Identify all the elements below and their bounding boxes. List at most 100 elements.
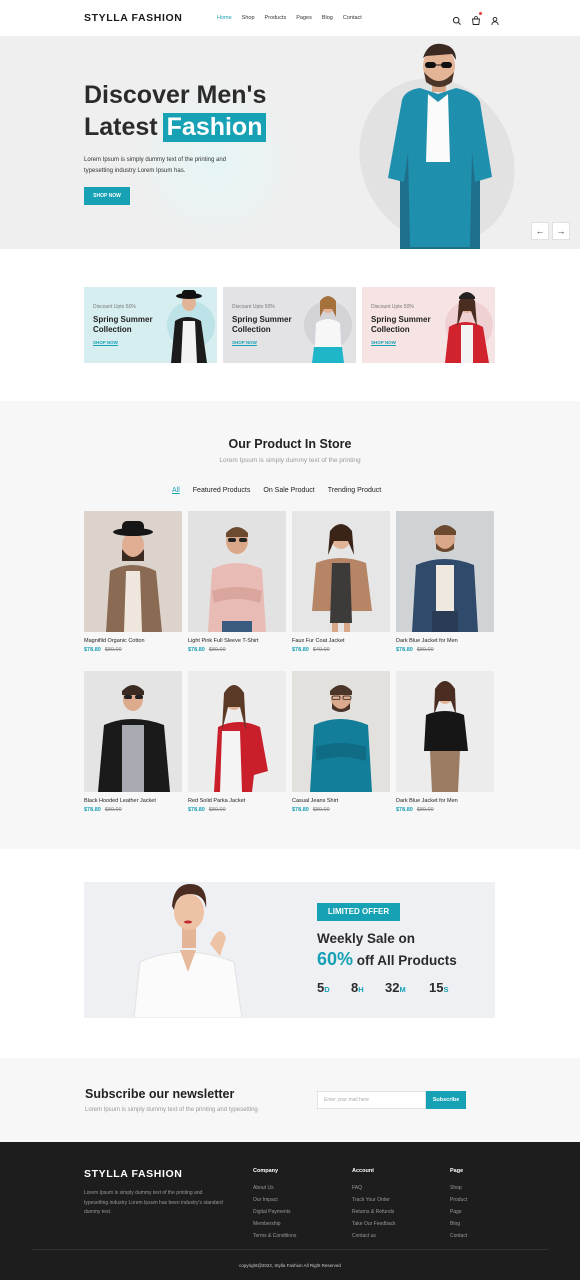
hero-model-image: [388, 43, 492, 249]
product-old-price: $80.00: [104, 647, 122, 653]
promo-card[interactable]: Discount Upto 50% Spring Summer Collecti…: [362, 287, 495, 363]
footer-link[interactable]: Page: [450, 1206, 467, 1218]
search-icon[interactable]: [452, 13, 462, 25]
nav-blog[interactable]: Blog: [322, 15, 333, 21]
product-store-section: Our Product In Store Lorem Ipsum is simp…: [0, 401, 580, 849]
filter-featured[interactable]: Featured Products: [193, 487, 251, 494]
product-card[interactable]: Black Hooded Leather Jacket $78.80 $80.00: [84, 671, 182, 813]
product-image[interactable]: [292, 511, 390, 632]
countdown-unit: D: [324, 985, 330, 994]
logo[interactable]: STYLLA FASHION: [84, 12, 182, 24]
product-image[interactable]: [84, 671, 182, 792]
product-card[interactable]: Dark Blue Jacket for Men $78.80 $80.00: [396, 671, 494, 813]
product-card[interactable]: Red Solid Parka Jacket $78.80 $80.00: [188, 671, 286, 813]
product-image[interactable]: [396, 671, 494, 792]
promo-model-image: [304, 296, 352, 363]
product-image[interactable]: [188, 511, 286, 632]
newsletter-email-input[interactable]: Enter your mail here: [317, 1091, 426, 1109]
footer-link[interactable]: FAQ: [352, 1182, 396, 1194]
subscribe-button[interactable]: Subscribe: [426, 1091, 466, 1109]
product-name[interactable]: Dark Blue Jacket for Men: [396, 638, 494, 644]
user-icon[interactable]: [490, 13, 500, 26]
offer-rest: off All Products: [356, 953, 457, 968]
next-slide-button[interactable]: →: [552, 222, 570, 240]
filter-on-sale[interactable]: On Sale Product: [263, 487, 314, 494]
footer-link[interactable]: Returns & Refunds: [352, 1206, 396, 1218]
product-name[interactable]: Faux Fur Coat Jacket: [292, 638, 390, 644]
product-old-price: $80.00: [208, 647, 226, 653]
product-name[interactable]: Red Solid Parka Jacket: [188, 798, 286, 804]
product-card[interactable]: Magnifild Organic Cotton $78.80 $80.00: [84, 511, 182, 653]
product-image[interactable]: [84, 511, 182, 632]
footer-link[interactable]: Blog: [450, 1218, 467, 1230]
product-name[interactable]: Light Pink Full Sleeve T-Shirt: [188, 638, 286, 644]
promo-card[interactable]: Discount Upto 50% Spring Summer Collecti…: [223, 287, 356, 363]
page: STYLLA FASHION Home Shop Products Pages …: [0, 0, 580, 1280]
nav-shop[interactable]: Shop: [242, 15, 255, 21]
footer-link[interactable]: Take Our Feedback: [352, 1218, 396, 1230]
product-image[interactable]: [292, 671, 390, 792]
hero-title-highlight: Fashion: [162, 113, 267, 142]
nav-products[interactable]: Products: [265, 15, 287, 21]
product-sale-price: $78.80: [188, 807, 205, 813]
product-price: $78.80 $80.00: [84, 807, 182, 813]
product-image[interactable]: [188, 671, 286, 792]
product-sale-price: $78.80: [84, 807, 101, 813]
countdown-unit: H: [358, 985, 364, 994]
nav-contact[interactable]: Contact: [343, 15, 362, 21]
product-name[interactable]: Dark Blue Jacket for Men: [396, 798, 494, 804]
nav-pages[interactable]: Pages: [296, 15, 312, 21]
footer-link[interactable]: Shop: [450, 1182, 467, 1194]
site-footer: STYLLA FASHION Lorem Ipsum is simply dum…: [0, 1142, 580, 1280]
footer-column-heading: Company: [253, 1168, 279, 1174]
promo-model-image: [445, 292, 493, 363]
product-name[interactable]: Casual Jeans Shirt: [292, 798, 390, 804]
promo-shop-link[interactable]: SHOP NOW: [371, 340, 396, 345]
product-card[interactable]: Dark Blue Jacket for Men $78.80 $80.00: [396, 511, 494, 653]
footer-link[interactable]: Membership: [253, 1218, 296, 1230]
offer-heading-line2: 60% off All Products: [317, 949, 457, 970]
header-icons: [452, 12, 500, 26]
shop-now-button[interactable]: SHOP NOW: [84, 187, 130, 205]
product-card[interactable]: Faux Fur Coat Jacket $78.80 $49.00: [292, 511, 390, 653]
product-sale-price: $78.80: [292, 647, 309, 653]
footer-link[interactable]: About Us: [253, 1182, 296, 1194]
filter-all[interactable]: All: [172, 487, 180, 494]
footer-link[interactable]: Contact us: [352, 1230, 396, 1242]
product-old-price: $80.00: [416, 807, 434, 813]
nav-home[interactable]: Home: [217, 15, 232, 21]
store-title: Our Product In Store: [228, 437, 352, 451]
footer-link[interactable]: Track Your Order: [352, 1194, 396, 1206]
countdown-value: 32: [385, 980, 400, 995]
product-old-price: $49.00: [312, 647, 330, 653]
footer-link[interactable]: Our Impact: [253, 1194, 296, 1206]
product-sale-price: $78.80: [188, 647, 205, 653]
limited-offer-banner: LIMITED OFFER Weekly Sale on 60% off All…: [84, 882, 495, 1018]
product-image[interactable]: [396, 511, 494, 632]
product-price: $78.80 $49.00: [292, 647, 390, 653]
footer-logo[interactable]: STYLLA FASHION: [84, 1168, 182, 1180]
prev-slide-button[interactable]: ←: [531, 222, 549, 240]
filter-trending[interactable]: Trending Product: [328, 487, 381, 494]
product-name[interactable]: Magnifild Organic Cotton: [84, 638, 182, 644]
promo-shop-link[interactable]: SHOP NOW: [93, 340, 118, 345]
product-price: $78.80 $80.00: [188, 647, 286, 653]
footer-link[interactable]: Terms & Conditions: [253, 1230, 296, 1242]
product-price: $78.80 $80.00: [188, 807, 286, 813]
hero-title-plain: Latest: [84, 113, 158, 141]
cart-icon[interactable]: [471, 12, 482, 25]
product-card[interactable]: Casual Jeans Shirt $78.80 $80.00: [292, 671, 390, 813]
footer-description: Lorem Ipsum is simply dummy text of the …: [84, 1190, 223, 1215]
footer-link[interactable]: Product: [450, 1194, 467, 1206]
product-card[interactable]: Light Pink Full Sleeve T-Shirt $78.80 $80…: [188, 511, 286, 653]
hero-title-line1: Discover Men's: [84, 81, 267, 109]
countdown-unit: S: [443, 985, 449, 994]
footer-column-page: Page Shop Product Page Blog Contact: [450, 1168, 467, 1242]
product-name[interactable]: Black Hooded Leather Jacket: [84, 798, 182, 804]
promo-shop-link[interactable]: SHOP NOW: [232, 340, 257, 345]
footer-link[interactable]: Contact: [450, 1230, 467, 1242]
promo-card[interactable]: Discount Upto 50% Spring Summer Collecti…: [84, 287, 217, 363]
countdown-days: 5D: [317, 980, 330, 995]
offer-heading-line1: Weekly Sale on: [317, 931, 416, 946]
footer-link[interactable]: Digital Payments: [253, 1206, 296, 1218]
